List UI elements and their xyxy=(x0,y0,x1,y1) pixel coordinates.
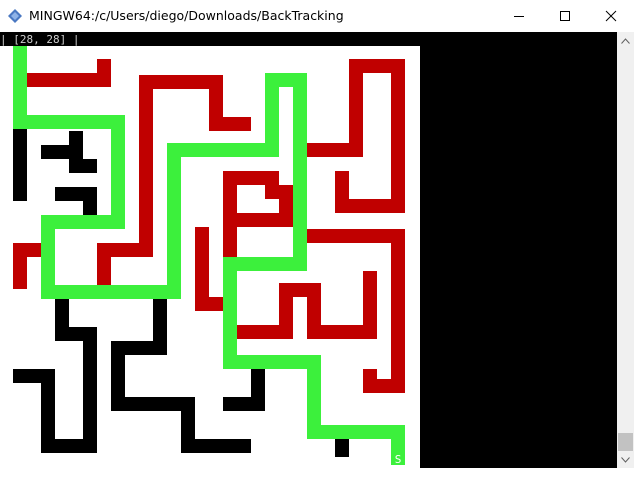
minimize-icon xyxy=(514,16,524,17)
scrollbar-thumb[interactable] xyxy=(618,433,633,451)
maximize-button[interactable] xyxy=(542,0,588,32)
chevron-up-icon xyxy=(621,37,630,44)
goal-marker: S xyxy=(395,453,402,466)
window-bottom-border xyxy=(0,468,635,480)
scroll-up-button[interactable] xyxy=(617,32,634,49)
minimize-button[interactable] xyxy=(496,0,542,32)
title-bar[interactable]: MINGW64:/c/Users/diego/Downloads/BackTra… xyxy=(0,0,635,32)
maze-size-readout: | [28, 28] | xyxy=(0,33,80,46)
window-title: MINGW64:/c/Users/diego/Downloads/BackTra… xyxy=(29,8,344,23)
maze-display: S xyxy=(0,46,420,468)
terminal-window: MINGW64:/c/Users/diego/Downloads/BackTra… xyxy=(0,0,635,480)
maximize-icon xyxy=(560,11,570,21)
scroll-down-button[interactable] xyxy=(617,451,634,468)
close-icon xyxy=(605,10,617,22)
vertical-scrollbar[interactable] xyxy=(617,32,634,468)
git-bash-icon xyxy=(8,9,22,23)
close-button[interactable] xyxy=(588,0,634,32)
chevron-down-icon xyxy=(621,456,630,463)
